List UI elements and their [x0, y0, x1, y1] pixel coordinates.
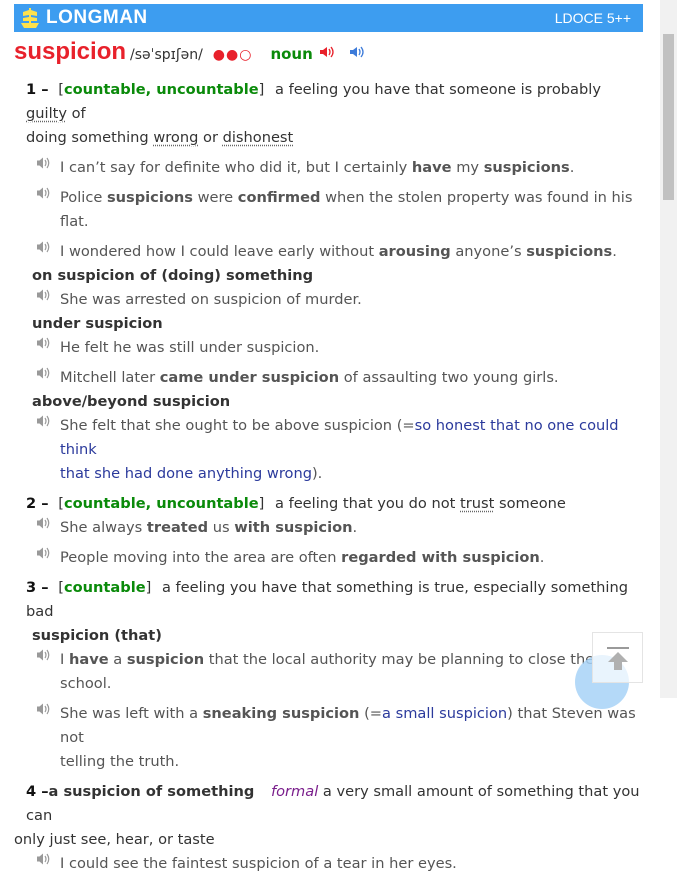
arrow-up-icon: [606, 646, 629, 670]
register-label: formal: [270, 783, 319, 800]
collocation-heading: above/beyond suspicion: [32, 393, 231, 410]
example: I can’t say for definite who did it, but…: [14, 156, 640, 180]
collocation-heading: on suspicion of (doing) something: [32, 267, 314, 284]
frequency-dots: ●●○: [212, 47, 253, 63]
example: I have a suspicion that the local author…: [14, 648, 640, 696]
speaker-gray-icon[interactable]: [36, 516, 50, 530]
longman-logo: LONGMAN: [20, 7, 148, 29]
gloss: that she had done anything wrong: [60, 465, 312, 482]
sense-number: 3 –: [26, 579, 54, 596]
speaker-gray-icon[interactable]: [36, 240, 50, 254]
headword: suspicion: [14, 38, 127, 65]
link-trust[interactable]: trust: [460, 495, 494, 512]
vertical-scrollbar[interactable]: [660, 0, 677, 698]
speaker-gray-icon[interactable]: [36, 852, 50, 866]
scrollbar-thumb[interactable]: [663, 34, 674, 200]
speaker-gray-icon[interactable]: [36, 288, 50, 302]
sense-2: 2 – [countable, uncountable] a feeling t…: [14, 492, 640, 570]
speaker-gray-icon[interactable]: [36, 648, 50, 662]
sense-1-definition-line: 1 – [countable, uncountable] a feeling y…: [26, 78, 640, 126]
example: She was left with a sneaking suspicion (…: [14, 702, 640, 774]
speaker-red-icon[interactable]: [319, 45, 335, 59]
example: Police suspicions were confirmed when th…: [14, 186, 640, 234]
speaker-gray-icon[interactable]: [36, 366, 50, 380]
example: He felt he was still under suspicion.: [14, 336, 640, 360]
grammar-label: [countable]: [53, 579, 152, 596]
sense-number: 2 –: [26, 495, 54, 512]
sense-3-definition-line: 3 – [countable] a feeling you have that …: [26, 576, 640, 624]
definition-continued: only just see, hear, or taste: [14, 831, 215, 848]
example: She always treated us with suspicion.: [14, 516, 640, 540]
example: Mitchell later came under suspicion of a…: [14, 366, 640, 390]
example: I wondered how I could leave early witho…: [14, 240, 640, 264]
speaker-gray-icon[interactable]: [36, 414, 50, 428]
pronunciation: /səˈspɪʃən/: [130, 47, 203, 63]
speaker-gray-icon[interactable]: [36, 702, 50, 716]
link-guilty[interactable]: guilty: [26, 105, 67, 122]
sense-number: 4 –: [26, 783, 49, 800]
sense-4-definition-line: 4 –a suspicion of something formal a ver…: [26, 780, 640, 828]
sense-4: 4 –a suspicion of something formal a ver…: [14, 780, 640, 876]
speaker-blue-icon[interactable]: [349, 45, 365, 59]
example: People moving into the area are often re…: [14, 546, 640, 570]
example: She felt that she ought to be above susp…: [14, 414, 640, 486]
collocation-heading: under suspicion: [32, 315, 163, 332]
definition-continued: doing something wrong or dishonest: [26, 129, 294, 146]
dictionary-entry: suspicion /səˈspɪʃən/ ●●○ noun 1 – [coun…: [14, 40, 640, 876]
link-wrong[interactable]: wrong: [153, 129, 198, 146]
speaker-gray-icon[interactable]: [36, 156, 50, 170]
grammar-label: [countable, uncountable]: [53, 81, 265, 98]
logo-text: LONGMAN: [46, 7, 148, 28]
collocation-heading: suspicion (that): [32, 627, 162, 644]
gloss: a small suspicion: [382, 705, 508, 722]
link-dishonest[interactable]: dishonest: [223, 129, 294, 146]
speaker-gray-icon[interactable]: [36, 336, 50, 350]
scroll-to-top-button[interactable]: [592, 632, 643, 683]
grammar-label: [countable, uncountable]: [53, 495, 265, 512]
sense-phrase: a suspicion of something: [48, 783, 255, 800]
sense-number: 1 –: [26, 81, 54, 98]
part-of-speech: noun: [270, 45, 313, 63]
sense-3: 3 – [countable] a feeling you have that …: [14, 576, 640, 774]
dictionary-header: LONGMAN LDOCE 5++: [14, 4, 643, 32]
example: She was arrested on suspicion of murder.: [14, 288, 640, 312]
sense-1: 1 – [countable, uncountable] a feeling y…: [14, 78, 640, 486]
speaker-gray-icon[interactable]: [36, 546, 50, 560]
definition: a feeling that you do not trust someone: [274, 495, 566, 512]
sense-2-definition-line: 2 – [countable, uncountable] a feeling t…: [26, 492, 640, 516]
edition-label: LDOCE 5++: [554, 10, 631, 26]
example: I could see the faintest suspicion of a …: [14, 852, 640, 876]
headword-line: suspicion /səˈspɪʃən/ ●●○ noun: [14, 40, 640, 72]
ship-logo-icon: [21, 8, 39, 28]
speaker-gray-icon[interactable]: [36, 186, 50, 200]
